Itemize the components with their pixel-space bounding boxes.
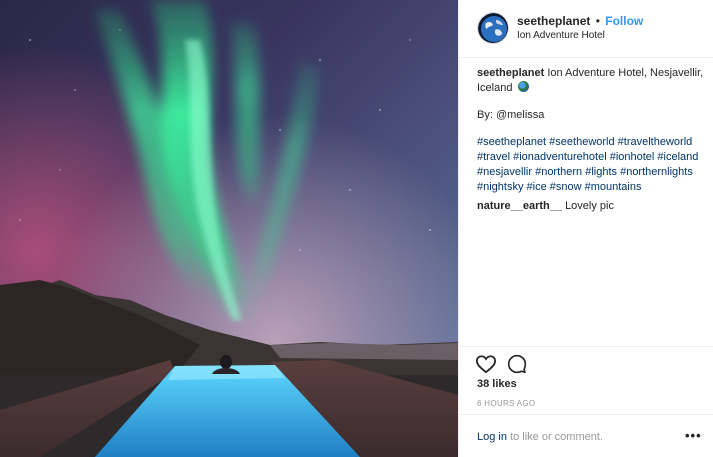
separator-dot: • [595, 14, 600, 28]
login-prompt: Log in to like or comment. [477, 431, 603, 443]
caption: seetheplanet Ion Adventure Hotel, Nesjav… [477, 66, 709, 96]
caption-username-link[interactable]: seetheplanet [477, 67, 544, 79]
login-footer: Log in to like or comment. ••• [459, 414, 713, 457]
more-options-icon[interactable]: ••• [685, 429, 702, 442]
heart-icon[interactable] [475, 354, 497, 374]
comment-text: Lovely pic [565, 200, 614, 212]
comment: nature__earth__ Lovely pic [477, 199, 709, 214]
user-line: seetheplanet • Follow [517, 14, 643, 28]
globe-icon [517, 81, 529, 92]
location-link[interactable]: Ion Adventure Hotel [517, 30, 605, 41]
post-header: seetheplanet • Follow Ion Adventure Hote… [459, 0, 713, 58]
likes-count[interactable]: 38 likes [477, 378, 517, 390]
comments-section: seetheplanet Ion Adventure Hotel, Nesjav… [477, 66, 709, 214]
avatar[interactable] [477, 12, 509, 44]
username-link[interactable]: seetheplanet [517, 14, 590, 28]
aurora-photo [0, 0, 458, 457]
login-link[interactable]: Log in [477, 431, 507, 443]
hashtags[interactable]: #seetheplanet #seetheworld #travelthewor… [477, 135, 709, 195]
post-photo[interactable] [0, 0, 458, 457]
follow-button[interactable]: Follow [605, 14, 643, 28]
comment-icon[interactable] [507, 354, 527, 374]
post-side-panel: seetheplanet • Follow Ion Adventure Hote… [458, 0, 713, 457]
earth-avatar-icon [478, 13, 508, 43]
photo-credit: By: @melissa [477, 109, 545, 121]
comment-username-link[interactable]: nature__earth__ [477, 200, 562, 212]
login-prompt-text: to like or comment. [506, 431, 603, 443]
actions-bar [459, 346, 713, 374]
post-timestamp: 6 HOURS AGO [477, 399, 536, 408]
